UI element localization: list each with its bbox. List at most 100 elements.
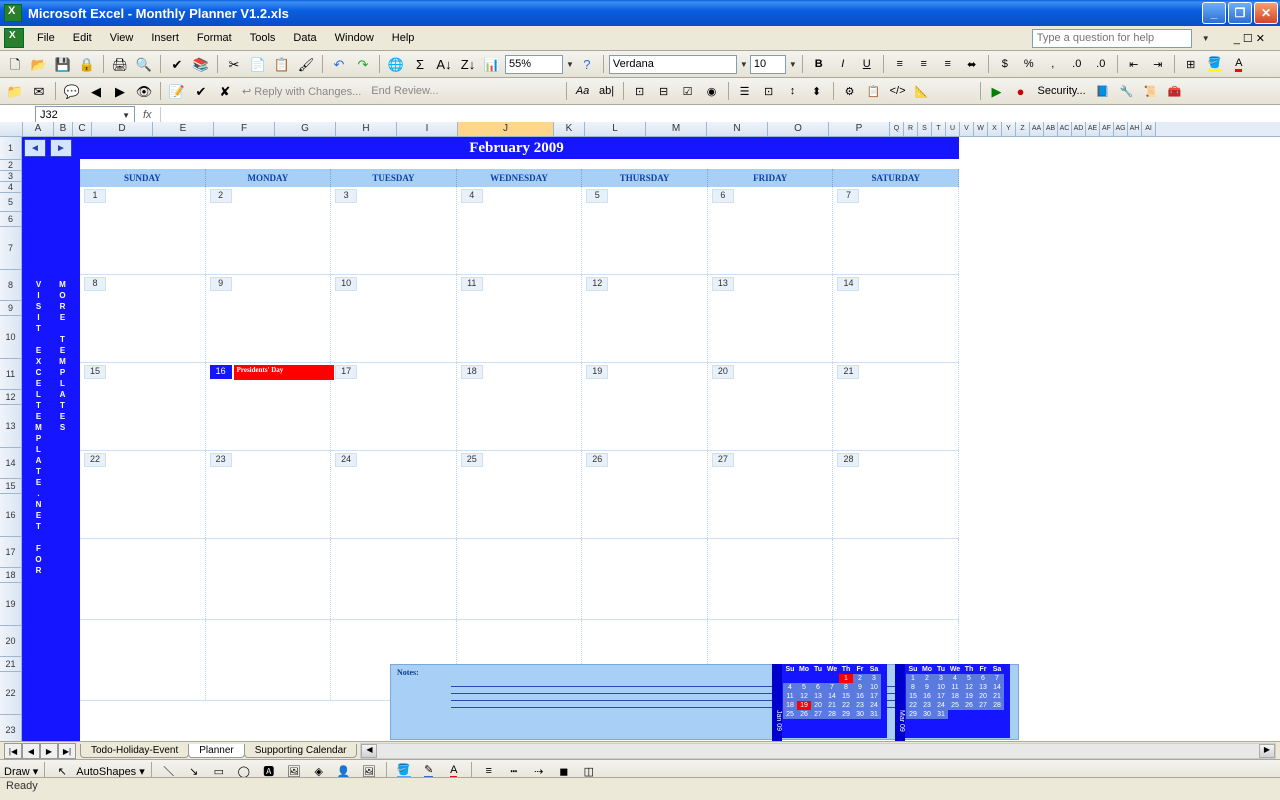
bold-button[interactable]: B (808, 53, 830, 75)
paste-button[interactable]: 📋 (271, 53, 293, 75)
merge-button[interactable]: ⬌ (961, 53, 983, 75)
borders-button[interactable]: ⊞ (1180, 53, 1202, 75)
day-cell[interactable]: 27 (708, 451, 834, 538)
menu-format[interactable]: Format (188, 29, 241, 47)
day-cell[interactable]: 13 (708, 275, 834, 362)
grid[interactable]: ◄ ► February 2009 VISIT EXCELTEMPLATE.NE… (22, 137, 1280, 742)
percent-button[interactable]: % (1018, 53, 1040, 75)
font-size-select[interactable] (750, 55, 786, 74)
autoshapes-menu[interactable]: AutoShapes ▾ (76, 765, 145, 778)
increase-decimal-button[interactable]: .0 (1066, 53, 1088, 75)
italic-button[interactable]: I (832, 53, 854, 75)
underline-button[interactable]: U (856, 53, 878, 75)
day-cell[interactable]: 7 (833, 187, 959, 274)
align-left-button[interactable]: ≡ (889, 53, 911, 75)
day-cell[interactable] (206, 539, 332, 619)
new-button[interactable]: 🗋 (4, 53, 26, 75)
sort-asc-button[interactable]: A↓ (433, 53, 455, 75)
day-cell[interactable]: 28 (833, 451, 959, 538)
design-mode-button[interactable]: 📐 (911, 80, 933, 102)
show-comment-button[interactable]: 👁 (133, 80, 155, 102)
help-button[interactable]: ? (576, 53, 598, 75)
day-cell[interactable] (833, 539, 959, 619)
fill-color-button[interactable]: 🪣 (1204, 53, 1226, 75)
day-cell[interactable]: 4 (457, 187, 583, 274)
reply-changes-button[interactable]: ↩ Reply with Changes... (242, 85, 361, 98)
menu-tools[interactable]: Tools (241, 29, 285, 47)
day-cell[interactable]: 22 (80, 451, 206, 538)
draw-menu[interactable]: Draw ▾ (4, 765, 38, 778)
autosum-button[interactable]: Σ (409, 53, 431, 75)
horizontal-scrollbar[interactable]: ◀▶ (360, 743, 1276, 759)
increase-indent-button[interactable]: ⇥ (1147, 53, 1169, 75)
group-button[interactable]: ⊡ (629, 80, 651, 102)
spinner-button[interactable]: ↕ (782, 80, 804, 102)
day-cell[interactable]: 23 (206, 451, 332, 538)
day-cell[interactable] (80, 539, 206, 619)
font-icon[interactable]: Aa (572, 80, 594, 102)
script-editor-button[interactable]: 📜 (1140, 80, 1162, 102)
day-cell[interactable]: 6 (708, 187, 834, 274)
help-dropdown-icon[interactable]: ▼ (1193, 31, 1219, 46)
column-headers[interactable]: ABCDEFGHIJKLMNOPQRSTUVWXYZAAABACADAEAFAG… (0, 122, 1280, 137)
record-macro-button[interactable]: ● (1010, 80, 1032, 102)
align-right-button[interactable]: ≡ (937, 53, 959, 75)
vb-editor-button[interactable]: 📘 (1092, 80, 1114, 102)
doc-icon[interactable] (4, 28, 24, 48)
day-cell[interactable]: 8 (80, 275, 206, 362)
comment-button[interactable]: 💬 (61, 80, 83, 102)
reject-button[interactable]: ✘ (214, 80, 236, 102)
next-comment-button[interactable]: ▶ (109, 80, 131, 102)
day-cell[interactable]: 24 (331, 451, 457, 538)
prev-comment-button[interactable]: ◀ (85, 80, 107, 102)
more-controls-button[interactable]: ⚙ (839, 80, 861, 102)
font-select[interactable] (609, 55, 737, 74)
menu-help[interactable]: Help (383, 29, 424, 47)
zoom-input[interactable] (505, 55, 563, 74)
spelling-button[interactable]: ✔ (166, 53, 188, 75)
track-changes-button[interactable]: 📝 (166, 80, 188, 102)
next-month-button[interactable]: ► (50, 139, 72, 157)
redo-button[interactable]: ↷ (352, 53, 374, 75)
maximize-button[interactable]: ❐ (1228, 2, 1252, 24)
fx-label[interactable]: fx (143, 109, 152, 121)
day-cell[interactable] (206, 620, 332, 700)
end-review-button[interactable]: End Review... (371, 85, 438, 97)
checkbox-button[interactable]: ☑ (677, 80, 699, 102)
day-cell[interactable]: 12 (582, 275, 708, 362)
day-cell[interactable]: 2 (206, 187, 332, 274)
align-center-button[interactable]: ≡ (913, 53, 935, 75)
properties-button[interactable]: 📋 (863, 80, 885, 102)
day-cell[interactable]: 19 (582, 363, 708, 450)
undo-button[interactable]: ↶ (328, 53, 350, 75)
day-cell[interactable]: 1 (80, 187, 206, 274)
row-headers[interactable]: 1234567891011121314151617181920212223242… (0, 137, 22, 742)
day-cell[interactable]: 17 (331, 363, 457, 450)
combo-button[interactable]: ⊡ (758, 80, 780, 102)
folder-button[interactable]: 📁 (4, 80, 26, 102)
textbox-button[interactable]: ab| (596, 80, 618, 102)
menu-window[interactable]: Window (326, 29, 383, 47)
day-cell[interactable] (331, 539, 457, 619)
ungroup-button[interactable]: ⊟ (653, 80, 675, 102)
envelope-button[interactable]: ✉ (28, 80, 50, 102)
run-macro-button[interactable]: ▶ (986, 80, 1008, 102)
day-cell[interactable]: 3 (331, 187, 457, 274)
tab-nav[interactable]: |◀◀▶▶| (4, 743, 76, 759)
formula-input[interactable] (160, 107, 1280, 123)
code-button[interactable]: </> (887, 80, 909, 102)
research-button[interactable]: 📚 (190, 53, 212, 75)
radio-button[interactable]: ◉ (701, 80, 723, 102)
day-cell[interactable] (80, 620, 206, 700)
sort-desc-button[interactable]: Z↓ (457, 53, 479, 75)
decrease-decimal-button[interactable]: .0 (1090, 53, 1112, 75)
help-search-input[interactable] (1032, 29, 1192, 48)
day-cell[interactable]: 5 (582, 187, 708, 274)
day-cell[interactable] (582, 539, 708, 619)
day-cell[interactable]: 21 (833, 363, 959, 450)
day-cell[interactable]: 14 (833, 275, 959, 362)
cut-button[interactable]: ✂ (223, 53, 245, 75)
day-cell[interactable] (708, 539, 834, 619)
day-cell[interactable]: 9 (206, 275, 332, 362)
copy-button[interactable]: 📄 (247, 53, 269, 75)
